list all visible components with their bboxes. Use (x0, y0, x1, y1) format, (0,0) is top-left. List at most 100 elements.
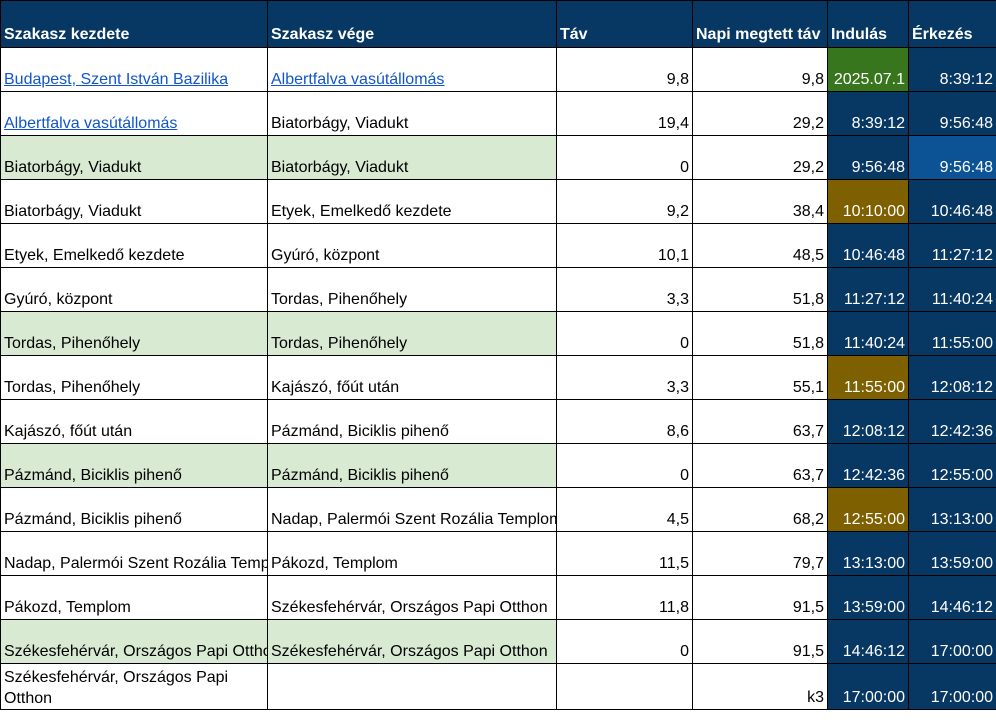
cell-dist[interactable]: 3,3 (556, 267, 693, 312)
table-row: Tordas, Pihenőhely Tordas, Pihenőhely 0 51,… (0, 311, 996, 356)
cell-dep[interactable]: 10:46:48 (827, 223, 909, 268)
cell-start[interactable]: Etyek, Emelkedő kezdete (0, 223, 268, 268)
cell-start[interactable]: Pázmánd, Biciklis pihenő (0, 487, 268, 532)
header-dist[interactable]: Táv (556, 0, 693, 48)
cell-end[interactable]: Biatorbágy, Viadukt (267, 135, 557, 180)
cell-daily[interactable]: 68,2 (692, 487, 828, 532)
cell-arr[interactable]: 17:00:00 (908, 663, 996, 710)
cell-dep[interactable]: 10:10:00 (827, 179, 909, 224)
cell-dist[interactable]: 9,2 (556, 179, 693, 224)
cell-dep[interactable]: 13:59:00 (827, 575, 909, 620)
cell-dep[interactable]: 12:42:36 (827, 443, 909, 488)
cell-end[interactable] (267, 663, 557, 710)
cell-daily[interactable]: 9,8 (692, 47, 828, 92)
cell-arr[interactable]: 12:42:36 (908, 399, 996, 444)
cell-end[interactable]: Kajászó, főút után (267, 355, 557, 400)
cell-dist[interactable]: 11,8 (556, 575, 693, 620)
cell-end-link[interactable]: Albertfalva vasútállomás (271, 71, 444, 88)
cell-arr[interactable]: 11:27:12 (908, 223, 996, 268)
cell-dep[interactable]: 8:39:12 (827, 91, 909, 136)
cell-dep[interactable]: 11:27:12 (827, 267, 909, 312)
cell-start-link[interactable]: Albertfalva vasútállomás (4, 115, 177, 132)
cell-daily[interactable]: 91,5 (692, 575, 828, 620)
cell-dep[interactable]: 12:08:12 (827, 399, 909, 444)
cell-dist[interactable]: 0 (556, 443, 693, 488)
cell-dep[interactable]: 17:00:00 (827, 663, 909, 710)
cell-dep[interactable]: 11:55:00 (827, 355, 909, 400)
cell-dep[interactable]: 11:40:24 (827, 311, 909, 356)
cell-dist[interactable]: 4,5 (556, 487, 693, 532)
cell-start[interactable]: Tordas, Pihenőhely (0, 311, 268, 356)
cell-daily[interactable]: 48,5 (692, 223, 828, 268)
cell-start[interactable]: Nadap, Palermói Szent Rozália Templom (0, 531, 268, 576)
cell-daily[interactable]: 51,8 (692, 267, 828, 312)
cell-start[interactable]: Székesfehérvár, Országos Papi Otthon (0, 663, 268, 710)
cell-dep[interactable]: 9:56:48 (827, 135, 909, 180)
cell-arr[interactable]: 12:55:00 (908, 443, 996, 488)
cell-dist[interactable]: 9,8 (556, 47, 693, 92)
cell-arr[interactable]: 13:59:00 (908, 531, 996, 576)
cell-arr[interactable]: 9:56:48 (908, 135, 996, 180)
cell-end[interactable]: Székesfehérvár, Országos Papi Otthon (267, 619, 557, 664)
cell-start[interactable]: Székesfehérvár, Országos Papi Otthon (0, 619, 268, 664)
header-dep[interactable]: Indulás (827, 0, 909, 48)
cell-end[interactable]: Gyúró, központ (267, 223, 557, 268)
cell-start[interactable]: Kajászó, főút után (0, 399, 268, 444)
cell-dist[interactable]: 0 (556, 311, 693, 356)
cell-end[interactable]: Etyek, Emelkedő kezdete (267, 179, 557, 224)
cell-dist[interactable]: 3,3 (556, 355, 693, 400)
cell-arr[interactable]: 14:46:12 (908, 575, 996, 620)
cell-start[interactable]: Budapest, Szent István Bazilika (0, 47, 268, 92)
cell-arr[interactable]: 10:46:48 (908, 179, 996, 224)
cell-daily[interactable]: 55,1 (692, 355, 828, 400)
cell-end[interactable]: Székesfehérvár, Országos Papi Otthon (267, 575, 557, 620)
cell-end[interactable]: Pázmánd, Biciklis pihenő (267, 443, 557, 488)
cell-dep[interactable]: 13:13:00 (827, 531, 909, 576)
cell-end[interactable]: Pázmánd, Biciklis pihenő (267, 399, 557, 444)
cell-dist[interactable]: 0 (556, 135, 693, 180)
cell-start[interactable]: Pákozd, Templom (0, 575, 268, 620)
cell-start[interactable]: Gyúró, központ (0, 267, 268, 312)
cell-end[interactable]: Tordas, Pihenőhely (267, 311, 557, 356)
cell-dist[interactable]: 0 (556, 619, 693, 664)
cell-daily[interactable]: 79,7 (692, 531, 828, 576)
cell-daily[interactable]: 29,2 (692, 135, 828, 180)
cell-end[interactable]: Albertfalva vasútállomás (267, 47, 557, 92)
cell-arr[interactable]: 11:40:24 (908, 267, 996, 312)
cell-dep[interactable]: 12:55:00 (827, 487, 909, 532)
cell-dep[interactable]: 14:46:12 (827, 619, 909, 664)
cell-start[interactable]: Albertfalva vasútállomás (0, 91, 268, 136)
cell-daily[interactable]: 51,8 (692, 311, 828, 356)
cell-start[interactable]: Biatorbágy, Viadukt (0, 135, 268, 180)
header-daily[interactable]: Napi megtett táv (692, 0, 828, 48)
cell-start[interactable]: Tordas, Pihenőhely (0, 355, 268, 400)
cell-dist[interactable]: 11,5 (556, 531, 693, 576)
cell-daily[interactable]: 63,7 (692, 443, 828, 488)
cell-dep[interactable]: 2025.07.1 (827, 47, 909, 92)
cell-dist[interactable]: 19,4 (556, 91, 693, 136)
cell-arr[interactable]: 13:13:00 (908, 487, 996, 532)
cell-arr[interactable]: 17:00:00 (908, 619, 996, 664)
cell-arr[interactable]: 9:56:48 (908, 91, 996, 136)
cell-arr[interactable]: 11:55:00 (908, 311, 996, 356)
cell-end[interactable]: Biatorbágy, Viadukt (267, 91, 557, 136)
cell-start[interactable]: Pázmánd, Biciklis pihenő (0, 443, 268, 488)
cell-dist[interactable]: 10,1 (556, 223, 693, 268)
header-start[interactable]: Szakasz kezdete (0, 0, 268, 48)
cell-start[interactable]: Biatorbágy, Viadukt (0, 179, 268, 224)
cell-end[interactable]: Tordas, Pihenőhely (267, 267, 557, 312)
cell-arr[interactable]: 8:39:12 (908, 47, 996, 92)
cell-end[interactable]: Pákozd, Templom (267, 531, 557, 576)
header-arr[interactable]: Érkezés (908, 0, 996, 48)
cell-daily[interactable]: 29,2 (692, 91, 828, 136)
cell-start-link[interactable]: Budapest, Szent István Bazilika (4, 71, 228, 88)
cell-dist[interactable] (556, 663, 693, 710)
cell-daily[interactable]: k3 (692, 663, 828, 710)
cell-arr[interactable]: 12:08:12 (908, 355, 996, 400)
cell-dist[interactable]: 8,6 (556, 399, 693, 444)
header-end[interactable]: Szakasz vége (267, 0, 557, 48)
cell-daily[interactable]: 38,4 (692, 179, 828, 224)
cell-daily[interactable]: 91,5 (692, 619, 828, 664)
cell-daily[interactable]: 63,7 (692, 399, 828, 444)
cell-end[interactable]: Nadap, Palermói Szent Rozália Templom (267, 487, 557, 532)
